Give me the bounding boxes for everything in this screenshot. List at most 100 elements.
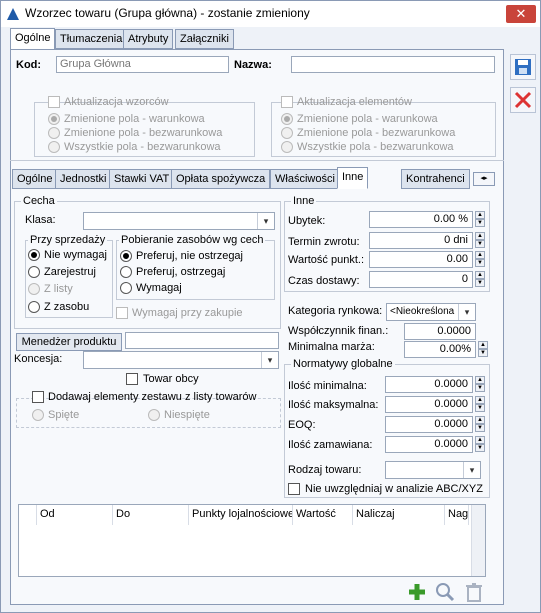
grid-header-od[interactable]: Od <box>37 505 113 525</box>
inner-tab-jednostki[interactable]: Jednostki <box>55 169 112 189</box>
rodzaj-towaru-select[interactable]: ▾ <box>385 461 481 479</box>
cancel-button[interactable] <box>510 87 536 113</box>
grid-header-nag[interactable]: Nag <box>445 505 469 525</box>
search-button[interactable] <box>433 581 457 603</box>
nazwa-label: Nazwa: <box>234 59 272 71</box>
save-button[interactable] <box>510 54 536 80</box>
sprzedaz-option-1: Nie wymagaj <box>44 249 107 261</box>
towar-obcy-checkbox[interactable] <box>126 373 138 385</box>
wzorce-option-3: Wszystkie pola - bezwarunkowa <box>64 141 221 153</box>
eoq-field[interactable]: 0.0000 <box>385 416 473 433</box>
klasa-select[interactable]: ▾ <box>83 212 275 230</box>
pobieranie-option-3: Wymagaj <box>136 282 182 294</box>
tab-atrybuty[interactable]: Atrybuty <box>123 29 174 49</box>
zestaw-radio-niespiete[interactable] <box>148 409 160 421</box>
marza-field[interactable]: 0.00% <box>404 341 476 358</box>
sprzedaz-radio-z-zasobu[interactable] <box>28 301 40 313</box>
tab-tlumaczenia[interactable]: Tłumaczenia <box>55 29 128 49</box>
abc-checkbox[interactable] <box>288 483 300 495</box>
inner-tab-wlasciwosci[interactable]: Właściwości <box>270 169 340 189</box>
termin-zwrotu-spinner[interactable]: ▲ ▼ <box>475 232 485 249</box>
loyalty-grid[interactable]: Od Do Punkty lojalnościowe Wartość Nalic… <box>18 504 486 577</box>
koncesja-select[interactable]: ▾ <box>83 351 279 369</box>
inner-tab-stawki-vat[interactable]: Stawki VAT <box>109 169 175 189</box>
wymagaj-przy-zakupie-checkbox[interactable] <box>116 307 128 319</box>
wspolczynnik-label: Współczynnik finan.: <box>288 325 389 337</box>
czas-dostawy-spinner[interactable]: ▲ ▼ <box>475 271 485 288</box>
pobieranie-radio-3[interactable] <box>120 282 132 294</box>
close-button[interactable]: ✕ <box>506 5 536 23</box>
ubytek-field[interactable]: 0.00 % <box>369 211 473 228</box>
marza-spinner[interactable]: ▲ ▼ <box>478 341 488 358</box>
tab-scroll-arrows[interactable]: ◂▸ <box>473 172 495 186</box>
przy-sprzedazy-title: Przy sprzedaży <box>28 234 108 246</box>
ilosc-maksymalna-spinner[interactable]: ▲ ▼ <box>475 396 485 413</box>
ilosc-zamawiana-field[interactable]: 0.0000 <box>385 436 473 453</box>
elementy-radio-3[interactable] <box>281 141 293 153</box>
chevron-down-icon: ▾ <box>458 304 475 320</box>
inner-tab-kontrahenci[interactable]: Kontrahenci <box>401 169 470 189</box>
pobieranie-option-1: Preferuj, nie ostrzegaj <box>136 250 243 262</box>
zestaw-checkbox[interactable] <box>32 391 44 403</box>
klasa-label: Klasa: <box>25 214 56 226</box>
ubytek-spinner[interactable]: ▲ ▼ <box>475 211 485 228</box>
sprzedaz-radio-nie-wymagaj[interactable] <box>28 249 40 261</box>
sprzedaz-radio-zarejestruj[interactable] <box>28 266 40 278</box>
zestaw-radio-spiete[interactable] <box>32 409 44 421</box>
tab-ogolne[interactable]: Ogólne <box>10 28 56 50</box>
wzorce-option-1: Zmienione pola - warunkowa <box>64 113 205 125</box>
pobieranie-option-2: Preferuj, ostrzegaj <box>136 266 226 278</box>
window-title: Wzorzec towaru (Grupa główna) - zostanie… <box>25 6 310 20</box>
elementy-radio-2[interactable] <box>281 127 293 139</box>
wzorce-radio-1[interactable] <box>48 113 60 125</box>
grid-header-naliczaj[interactable]: Naliczaj <box>353 505 445 525</box>
ilosc-maksymalna-field[interactable]: 0.0000 <box>385 396 473 413</box>
grid-header-wartosc[interactable]: Wartość <box>293 505 353 525</box>
normatywy-title: Normatywy globalne <box>291 358 395 370</box>
wspolczynnik-field[interactable]: 0.0000 <box>404 323 476 340</box>
grid-header-punkty[interactable]: Punkty lojalnościowe <box>189 505 293 525</box>
wartosc-punkt-spinner[interactable]: ▲ ▼ <box>475 251 485 268</box>
inner-tab-oplata[interactable]: Opłata spożywcza <box>171 169 271 189</box>
tab-zalaczniki[interactable]: Załączniki <box>175 29 234 49</box>
ilosc-zamawiana-spinner[interactable]: ▲ ▼ <box>475 436 485 453</box>
divider <box>10 160 504 161</box>
elementy-radio-1[interactable] <box>281 113 293 125</box>
sprzedaz-option-3: Z listy <box>44 283 73 295</box>
wzorce-radio-2[interactable] <box>48 127 60 139</box>
kod-field[interactable]: Grupa Główna <box>56 56 229 73</box>
zestaw-option-2: Niespięte <box>164 409 210 421</box>
plus-icon <box>409 584 425 600</box>
elementy-option-2: Zmienione pola - bezwarunkowa <box>297 127 456 139</box>
ilosc-minimalna-field[interactable]: 0.0000 <box>385 376 473 393</box>
kategoria-select[interactable]: <Nieokreślona ▾ <box>386 303 476 321</box>
trash-icon <box>466 583 482 602</box>
wartosc-punkt-field[interactable]: 0.00 <box>369 251 473 268</box>
sprzedaz-option-2: Zarejestruj <box>44 266 96 278</box>
pobieranie-radio-1[interactable] <box>120 250 132 262</box>
sprzedaz-radio-z-listy[interactable] <box>28 283 40 295</box>
app-icon <box>7 8 19 20</box>
ilosc-zamawiana-label: Ilość zamawiana: <box>288 439 373 451</box>
aktualizacja-elementow-checkbox[interactable] <box>281 96 293 108</box>
inner-tab-ogolne[interactable]: Ogólne <box>12 169 58 189</box>
czas-dostawy-field[interactable]: 0 <box>369 271 473 288</box>
aktualizacja-elementow-label: Aktualizacja elementów <box>297 96 412 108</box>
inner-tab-inne[interactable]: Inne <box>337 167 369 189</box>
termin-zwrotu-field[interactable]: 0 dni <box>369 232 473 249</box>
grid-header-do[interactable]: Do <box>113 505 189 525</box>
eoq-label: EOQ: <box>288 419 316 431</box>
ilosc-maksymalna-label: Ilość maksymalna: <box>288 399 379 411</box>
marza-label: Minimalna marża: <box>288 341 375 353</box>
menedzer-field[interactable] <box>125 332 279 349</box>
wzorce-radio-3[interactable] <box>48 141 60 153</box>
nazwa-field[interactable] <box>291 56 495 73</box>
grid-scrollbar[interactable] <box>471 505 485 576</box>
ilosc-minimalna-spinner[interactable]: ▲ ▼ <box>475 376 485 393</box>
add-button[interactable] <box>405 581 429 603</box>
menedzer-produktu-button[interactable]: Menedżer produktu <box>16 333 122 351</box>
delete-button[interactable] <box>463 581 485 603</box>
aktualizacja-wzorcow-checkbox[interactable] <box>48 96 60 108</box>
pobieranie-radio-2[interactable] <box>120 266 132 278</box>
eoq-spinner[interactable]: ▲ ▼ <box>475 416 485 433</box>
